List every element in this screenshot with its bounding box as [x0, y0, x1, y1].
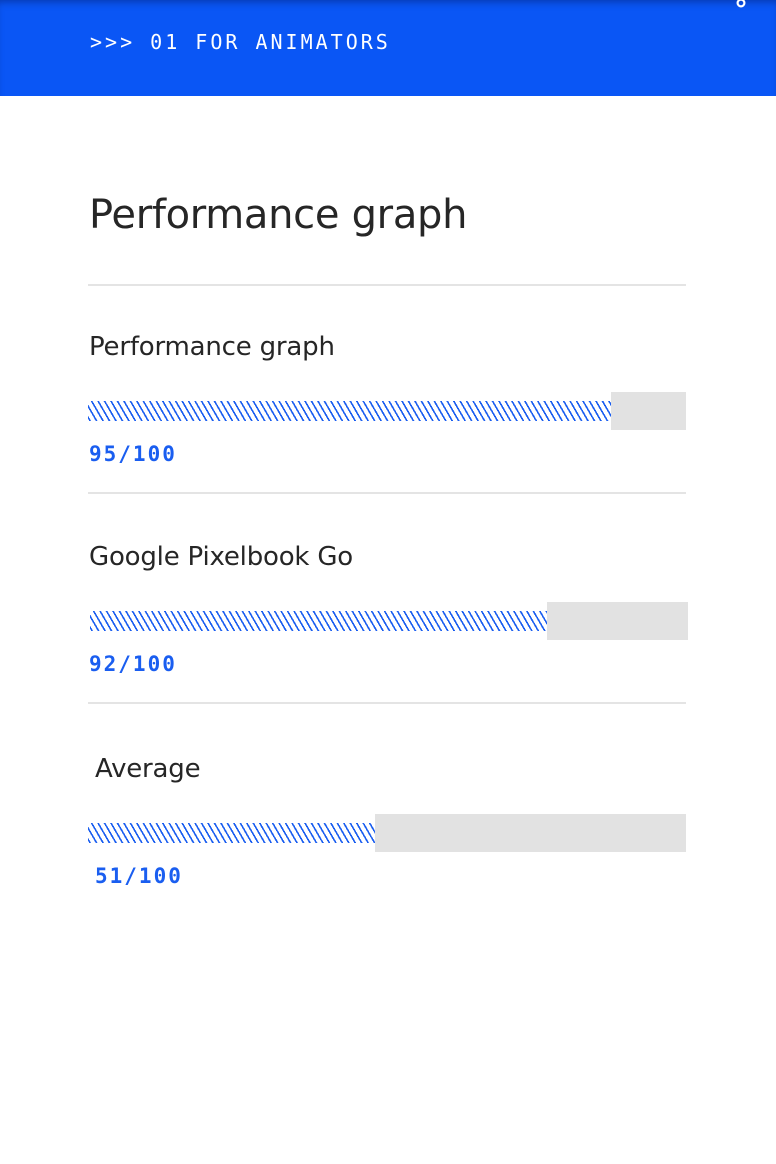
divider — [88, 492, 686, 494]
score-value: 92/100 — [89, 652, 177, 676]
score-bar-track — [88, 392, 686, 430]
metric-label-performance-graph: Performance graph — [89, 332, 335, 362]
divider — [88, 284, 686, 286]
score-bar-track — [88, 814, 686, 852]
score-bar-track — [90, 602, 688, 640]
divider — [88, 702, 686, 704]
page-title: Performance graph — [89, 192, 468, 238]
section-label: >>> 01 FOR ANIMATORS — [90, 30, 391, 54]
score-value: 95/100 — [89, 442, 177, 466]
top-banner: >>> 01 FOR ANIMATORS — [0, 0, 776, 96]
metric-label-average: Average — [95, 754, 201, 784]
score-value: 51/100 — [95, 864, 183, 888]
metric-label-google-pixelbook-go: Google Pixelbook Go — [89, 542, 353, 572]
link-icon[interactable] — [734, 0, 748, 8]
